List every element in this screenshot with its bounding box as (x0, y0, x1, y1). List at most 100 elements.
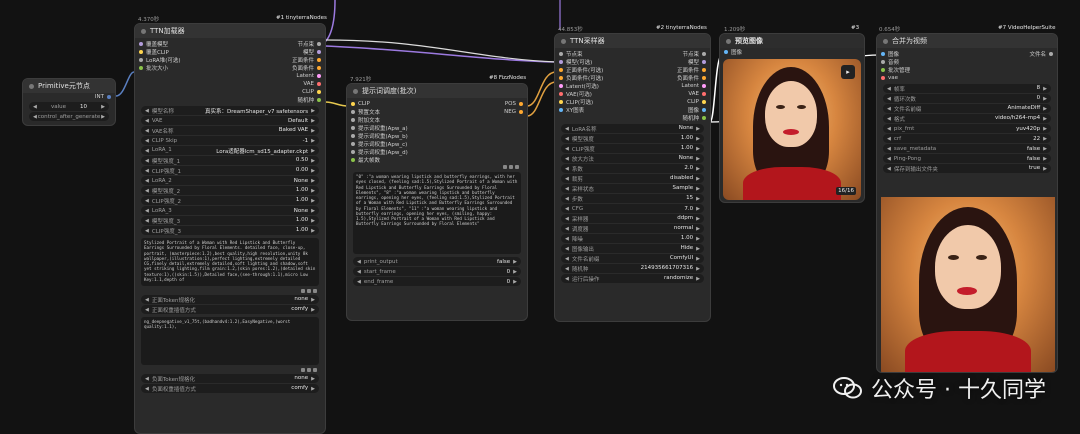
increment-arrow-icon[interactable]: ▶ (696, 156, 700, 162)
input-pin[interactable] (351, 134, 355, 138)
output-pin[interactable] (702, 92, 706, 96)
increment-arrow-icon[interactable]: ▶ (696, 246, 700, 252)
sampler-node-header[interactable]: TTN采样器 (555, 34, 710, 48)
widget-row[interactable]: ◀ 步数 15 ▶ (561, 194, 704, 203)
input-pin[interactable] (351, 126, 355, 130)
widget-row[interactable]: ◀ CLIP Skip -1 ▶ (141, 136, 319, 145)
input-pin[interactable] (559, 92, 563, 96)
increment-arrow-icon[interactable]: ▶ (311, 228, 315, 234)
decrement-arrow-icon[interactable]: ◀ (33, 104, 37, 110)
widget-row[interactable]: ◀ crf 22 ▶ (883, 134, 1051, 143)
eye-icon[interactable] (313, 368, 317, 372)
negative-prompt-textarea[interactable]: ng_deepnegative_v1_75t,(badhandv4:1.2),E… (141, 317, 319, 365)
edit-icon[interactable] (307, 368, 311, 372)
output-pin[interactable] (519, 102, 523, 106)
edit-icon[interactable] (307, 289, 311, 293)
input-pin[interactable] (559, 76, 563, 80)
output-pin[interactable] (317, 66, 321, 70)
input-pin[interactable] (559, 100, 563, 104)
output-pin[interactable] (702, 68, 706, 72)
input-pin[interactable] (139, 50, 143, 54)
loader-node-header[interactable]: TTN加载器 (135, 24, 325, 38)
increment-arrow-icon[interactable]: ▶ (696, 216, 700, 222)
widget-row[interactable]: ◀ 模型强度_2 1.00 ▶ (141, 186, 319, 195)
increment-arrow-icon[interactable]: ▶ (696, 126, 700, 132)
increment-arrow-icon[interactable]: ▶ (696, 166, 700, 172)
input-pin[interactable] (881, 52, 885, 56)
positive-prompt-textarea[interactable]: Stylized Portrait of a Woman with Red Li… (141, 238, 319, 286)
increment-arrow-icon[interactable]: ▶ (1043, 146, 1047, 152)
toggle-icon[interactable] (301, 289, 305, 293)
input-pin[interactable] (559, 84, 563, 88)
increment-arrow-icon[interactable]: ▶ (1043, 116, 1047, 122)
widget-row[interactable]: ◀ 调度器 normal ▶ (561, 224, 704, 233)
next-image-button[interactable]: ▸ (841, 65, 855, 79)
widget-row[interactable]: ◀ VAE名称 Baked VAE ▶ (141, 126, 319, 135)
primitive-value-widget[interactable]: ◀ value 10 ▶ (29, 102, 109, 111)
increment-arrow-icon[interactable]: ▶ (1043, 96, 1047, 102)
increment-arrow-icon[interactable]: ▶ (696, 256, 700, 262)
filename-output-pin[interactable] (1049, 52, 1053, 56)
input-pin[interactable] (559, 68, 563, 72)
primitive-node[interactable]: Primitive元节点 INT ◀ value 10 ▶ ◀ control_… (22, 78, 116, 126)
increment-arrow-icon[interactable]: ▶ (696, 196, 700, 202)
increment-arrow-icon[interactable]: ▶ (696, 186, 700, 192)
increment-arrow-icon[interactable]: ▶ (311, 178, 315, 184)
widget-row[interactable]: ◀ end_frame 0 ▶ (353, 277, 521, 286)
widget-row[interactable]: ◀ 采样状态 Sample ▶ (561, 184, 704, 193)
output-pin[interactable] (317, 74, 321, 78)
widget-row[interactable]: ◀ CLIP强度_3 1.00 ▶ (141, 226, 319, 235)
toggle-icon[interactable] (503, 165, 507, 169)
widget-row[interactable]: ◀ start_frame 0 ▶ (353, 267, 521, 276)
input-pin[interactable] (139, 42, 143, 46)
collapse-dot-icon[interactable] (561, 38, 566, 44)
output-pin[interactable] (702, 116, 706, 120)
increment-arrow-icon[interactable]: ▶ (696, 266, 700, 272)
output-pin[interactable] (702, 60, 706, 64)
preview-image-node[interactable]: 预览图像 图像 16/16 ▸ (719, 33, 865, 203)
widget-row[interactable]: ◀ 帧率 8 ▶ (883, 84, 1051, 93)
widget-row[interactable]: ◀ 降噪 1.00 ▶ (561, 234, 704, 243)
increment-arrow-icon[interactable]: ▶ (311, 118, 315, 124)
output-pin[interactable] (519, 110, 523, 114)
widget-row[interactable]: ◀ 格式 video/h264-mp4 ▶ (883, 114, 1051, 123)
int-output-pin[interactable] (107, 95, 111, 99)
widget-row[interactable]: ◀ Ping-Pong false ▶ (883, 154, 1051, 163)
widget-row[interactable]: ◀ 模型强度_3 1.00 ▶ (141, 216, 319, 225)
widget-row[interactable]: ◀ 循环次数 0 ▶ (883, 94, 1051, 103)
increment-arrow-icon[interactable]: ▶ (311, 148, 315, 154)
eye-icon[interactable] (515, 165, 519, 169)
widget-row[interactable]: ◀ print_output false ▶ (353, 257, 521, 266)
increment-arrow-icon[interactable]: ▶ (513, 279, 517, 285)
edit-icon[interactable] (509, 165, 513, 169)
collapse-dot-icon[interactable] (141, 28, 146, 34)
preview-node-header[interactable]: 预览图像 (720, 34, 864, 48)
decrement-arrow-icon[interactable]: ◀ (33, 114, 37, 120)
toggle-icon[interactable] (301, 368, 305, 372)
widget-row[interactable]: ◀ 裁剪 disabled ▶ (561, 174, 704, 183)
input-pin[interactable] (351, 118, 355, 122)
increment-arrow-icon[interactable]: ▶ (311, 168, 315, 174)
increment-arrow-icon[interactable]: ▶ (311, 128, 315, 134)
input-pin[interactable] (139, 66, 143, 70)
increment-arrow-icon[interactable]: ▶ (696, 226, 700, 232)
widget-row[interactable]: ◀ 正面Token规格化 none ▶ (141, 295, 319, 304)
increment-arrow-icon[interactable]: ▶ (311, 218, 315, 224)
input-pin[interactable] (559, 52, 563, 56)
input-pin[interactable] (559, 108, 563, 112)
output-pin[interactable] (702, 100, 706, 104)
increment-arrow-icon[interactable]: ▶ (696, 276, 700, 282)
increment-arrow-icon[interactable]: ▶ (311, 138, 315, 144)
widget-row[interactable]: ◀ 模型强度 1.00 ▶ (561, 134, 704, 143)
increment-arrow-icon[interactable]: ▶ (696, 136, 700, 142)
widget-row[interactable]: ◀ 图像输出 Hide ▶ (561, 244, 704, 253)
output-pin[interactable] (317, 82, 321, 86)
input-pin[interactable] (351, 158, 355, 162)
primitive-control-widget[interactable]: ◀ control_after_generate ▶ (29, 112, 109, 121)
collapse-dot-icon[interactable] (353, 88, 358, 94)
widget-row[interactable]: ◀ 负面Token规格化 none ▶ (141, 374, 319, 383)
input-pin[interactable] (559, 60, 563, 64)
widget-row[interactable]: ◀ save_metadata false ▶ (883, 144, 1051, 153)
prompt-node-header[interactable]: 提示词调度(批次) (347, 84, 527, 98)
increment-arrow-icon[interactable]: ▶ (311, 198, 315, 204)
